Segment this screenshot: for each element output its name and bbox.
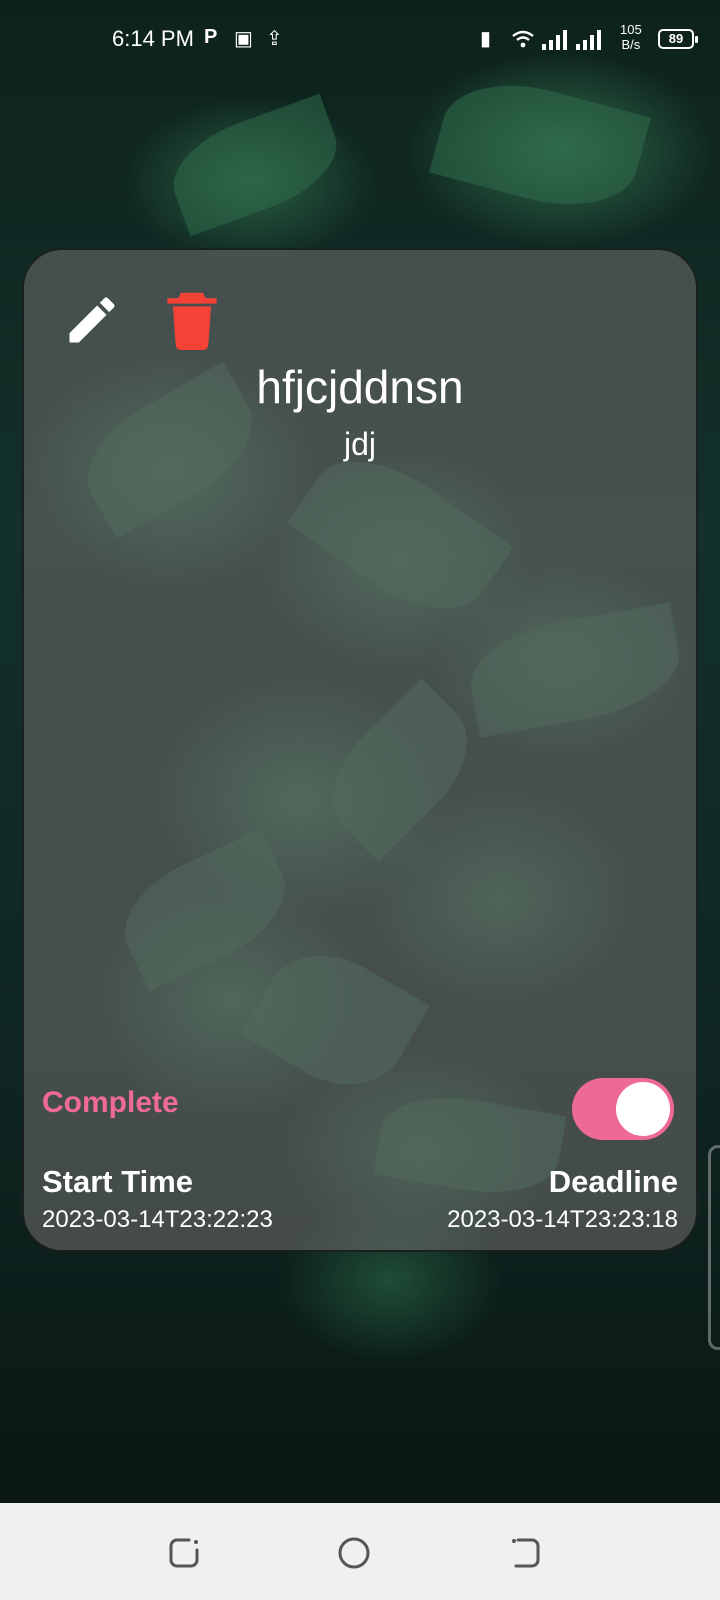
network-speed-unit: B/s xyxy=(621,37,641,52)
signal-icon-2 xyxy=(576,30,601,50)
edge-panel-handle[interactable] xyxy=(708,1145,720,1350)
task-card: hfjcjddnsn jdj Complete Start Time 2023-… xyxy=(22,248,698,1252)
deadline-label: Deadline xyxy=(548,1164,678,1199)
toggle-knob xyxy=(616,1082,670,1136)
complete-toggle[interactable] xyxy=(572,1078,674,1140)
pencil-icon xyxy=(69,297,115,343)
task-description: jdj xyxy=(343,426,376,462)
battery-icon: 89 xyxy=(658,29,698,49)
start-time-label: Start Time xyxy=(42,1164,194,1199)
wifi-icon xyxy=(512,30,534,48)
app-notification-icon: ▣ xyxy=(234,28,253,50)
trash-icon xyxy=(167,292,217,350)
recents-icon[interactable] xyxy=(165,1533,205,1573)
signal-icon xyxy=(542,30,567,50)
deadline-value: 2023-03-14T23:23:18 xyxy=(447,1206,678,1233)
edit-button[interactable] xyxy=(62,290,122,350)
back-icon[interactable] xyxy=(506,1533,546,1573)
navigation-bar xyxy=(0,1503,720,1600)
network-speed-value: 105 xyxy=(620,22,642,37)
upload-icon: ⇪ xyxy=(266,28,283,50)
task-title: hfjcjddnsn xyxy=(256,361,464,413)
delete-button[interactable] xyxy=(164,290,220,350)
network-speed: 105 B/s xyxy=(620,22,642,52)
start-time-value: 2023-03-14T23:22:23 xyxy=(42,1206,273,1233)
complete-label: Complete xyxy=(42,1086,179,1119)
vibrate-icon: ▮ xyxy=(480,28,492,50)
parking-icon: P xyxy=(204,26,218,48)
home-icon[interactable] xyxy=(334,1533,374,1573)
leaf-decoration xyxy=(429,65,651,225)
status-bar: 6:14 PM P ▣ ⇪ ▮ 105 B/s 89 xyxy=(0,0,720,80)
leaf-decoration xyxy=(159,93,351,237)
clock: 6:14 PM xyxy=(112,26,194,51)
